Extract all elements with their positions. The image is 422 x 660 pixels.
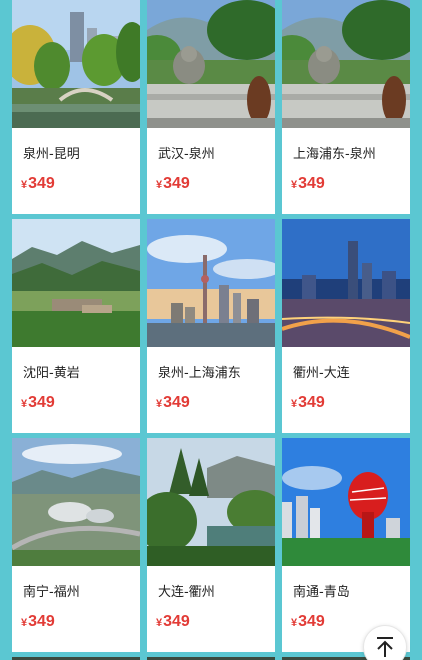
route-label: 上海浦东-泉州 — [293, 147, 376, 162]
price: ¥349 — [156, 175, 275, 194]
price-value: 349 — [298, 613, 325, 630]
price: ¥349 — [291, 394, 410, 413]
flight-deal-grid: 泉州-昆明 ¥349 武汉-泉州 ¥349 上海浦东-泉州 ¥349 沈阳-黄岩… — [12, 0, 410, 652]
price: ¥349 — [21, 175, 140, 194]
route-label: 泉州-昆明 — [23, 147, 80, 162]
currency-symbol: ¥ — [291, 398, 298, 410]
night-city-skyline-photo — [282, 219, 410, 347]
currency-symbol: ¥ — [291, 617, 298, 629]
currency-symbol: ¥ — [156, 398, 163, 410]
price: ¥349 — [291, 175, 410, 194]
flight-deal-card[interactable]: 沈阳-黄岩 ¥349 — [12, 219, 140, 433]
price: ¥349 — [156, 394, 275, 413]
price-value: 349 — [28, 394, 55, 411]
flight-deal-card[interactable]: 南通-青岛 ¥349 — [282, 438, 410, 652]
flight-deal-card[interactable]: 大连-衢州 ¥349 — [147, 438, 275, 652]
currency-symbol: ¥ — [21, 617, 28, 629]
price-value: 349 — [298, 175, 325, 192]
city-skyline-tower-photo — [147, 219, 275, 347]
arrow-up-to-top-icon — [377, 637, 393, 657]
currency-symbol: ¥ — [21, 179, 28, 191]
stone-buddha-terrace-photo — [147, 0, 275, 128]
price-value: 349 — [163, 613, 190, 630]
stone-buddha-terrace-photo — [282, 0, 410, 128]
currency-symbol: ¥ — [21, 398, 28, 410]
currency-symbol: ¥ — [156, 179, 163, 191]
currency-symbol: ¥ — [291, 179, 298, 191]
route-label: 泉州-上海浦东 — [158, 366, 241, 381]
flight-deal-card[interactable]: 武汉-泉州 ¥349 — [147, 0, 275, 214]
price-value: 349 — [28, 175, 55, 192]
route-label: 衢州-大连 — [293, 366, 350, 381]
forest-lake-photo — [147, 438, 275, 566]
route-label: 沈阳-黄岩 — [23, 366, 80, 381]
price-value: 349 — [163, 175, 190, 192]
currency-symbol: ¥ — [156, 617, 163, 629]
price-value: 349 — [28, 613, 55, 630]
route-label: 南通-青岛 — [293, 585, 350, 600]
price-value: 349 — [163, 394, 190, 411]
flight-deal-card[interactable]: 上海浦东-泉州 ¥349 — [282, 0, 410, 214]
price-value: 349 — [298, 394, 325, 411]
red-sculpture-plaza-photo — [282, 438, 410, 566]
flight-deal-card[interactable]: 泉州-上海浦东 ¥349 — [147, 219, 275, 433]
route-label: 武汉-泉州 — [158, 147, 215, 162]
flight-deal-card[interactable]: 南宁-福州 ¥349 — [12, 438, 140, 652]
garden-pagoda-bridge-photo — [12, 0, 140, 128]
price: ¥349 — [21, 394, 140, 413]
route-label: 大连-衢州 — [158, 585, 215, 600]
price: ¥349 — [21, 613, 140, 632]
price: ¥349 — [156, 613, 275, 632]
flight-deal-card[interactable]: 泉州-昆明 ¥349 — [12, 0, 140, 214]
flight-deal-card[interactable]: 衢州-大连 ¥349 — [282, 219, 410, 433]
route-label: 南宁-福州 — [23, 585, 80, 600]
aerial-stadium-city-photo — [12, 438, 140, 566]
mountain-valley-village-photo — [12, 219, 140, 347]
